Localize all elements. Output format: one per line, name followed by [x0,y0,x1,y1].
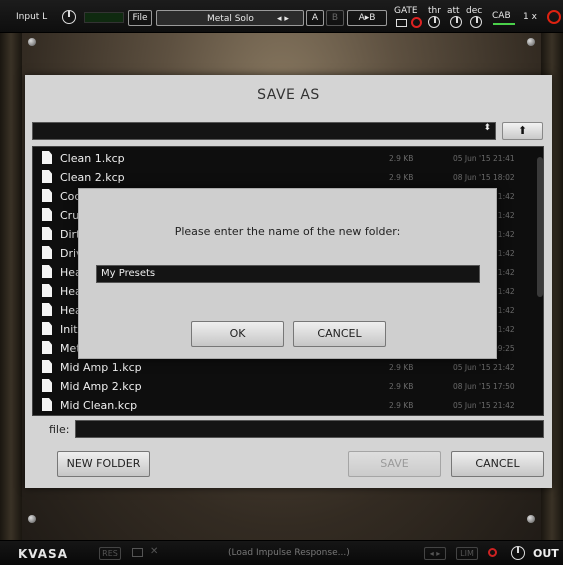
new-folder-button[interactable]: NEW FOLDER [57,451,150,477]
file-icon [42,303,52,316]
file-icon [42,398,52,411]
file-size: 2.9 KB [389,401,414,410]
file-row[interactable]: Mid Amp 1.kcp 2.9 KB 05 Jun '15 21:42 [33,358,529,377]
file-icon [42,379,52,392]
file-date: 05 Jun '15 21:42 [453,401,515,410]
gate-toggle[interactable] [396,19,407,27]
file-name: Mid Amp 2.kcp [60,380,142,393]
preset-arrows-icon[interactable]: ◂ ▸ [277,13,289,25]
new-folder-prompt: Please enter the name of the new folder:… [78,188,497,359]
file-row[interactable]: Clean 1.kcp 2.9 KB 05 Jun '15 21:41 [33,149,529,168]
ok-button[interactable]: OK [191,321,284,347]
file-icon [42,265,52,278]
thr-knob[interactable] [428,16,440,28]
lim-button[interactable]: LIM [456,547,478,560]
input-label: Input L [16,12,48,22]
file-icon [42,284,52,297]
preset-name: Metal Solo [207,14,254,24]
folder-icon[interactable] [132,548,143,557]
file-name: Clean 2.kcp [60,171,125,184]
prompt-message: Please enter the name of the new folder: [174,225,401,238]
screw-icon [28,38,36,46]
slot-b-button[interactable]: B [326,10,344,26]
file-size: 2.9 KB [389,363,414,372]
file-row[interactable]: Clean 2.kcp 2.9 KB 08 Jun '15 18:02 [33,168,529,187]
folder-name-input[interactable]: My Presets [96,265,480,283]
cancel-button[interactable]: CANCEL [451,451,544,477]
out-led-icon [488,548,497,557]
file-label: file: [49,423,70,436]
file-icon [42,341,52,354]
file-date: 05 Jun '15 21:42 [453,363,515,372]
power-icon[interactable] [547,10,561,24]
file-row[interactable]: Mid Amp 2.kcp 2.9 KB 08 Jun '15 17:50 [33,377,529,396]
output-knob[interactable] [511,546,525,560]
save-button[interactable]: SAVE [348,451,441,477]
preset-selector[interactable]: Metal Solo ◂ ▸ [156,10,304,26]
input-level-meter [84,12,124,23]
file-name: Clean 1.kcp [60,152,125,165]
file-size: 2.9 KB [389,382,414,391]
file-name: Mid Amp 1.kcp [60,361,142,374]
screw-icon [527,38,535,46]
file-icon [42,151,52,164]
dec-knob[interactable] [470,16,482,28]
path-dropdown[interactable]: ⬍ [32,122,496,140]
filename-input[interactable] [75,420,544,438]
top-toolbar: Input L File Metal Solo ◂ ▸ A B A▸B GATE… [0,0,563,33]
bottom-toolbar: KVASA RES ✕ (Load Impulse Response...) ◂… [0,540,563,565]
file-size: 2.9 KB [389,173,414,182]
cab-active-indicator [493,23,515,25]
file-name: Mid Clean.kcp [60,399,138,412]
copy-a-to-b-button[interactable]: A▸B [347,10,387,26]
file-date: 05 Jun '15 21:41 [453,154,515,163]
file-icon [42,189,52,202]
zoom-label[interactable]: 1 x [523,11,537,23]
ir-arrows-icon[interactable]: ◂ ▸ [424,547,446,560]
gate-label: GATE [394,6,418,16]
input-gain-knob[interactable] [62,10,76,24]
file-menu-button[interactable]: File [128,10,152,26]
file-date: 08 Jun '15 17:50 [453,382,515,391]
file-icon [42,227,52,240]
file-size: 2.9 KB [389,154,414,163]
file-icon [42,208,52,221]
dialog-title: SAVE AS [257,87,320,103]
folder-up-button[interactable]: ⬆ [502,122,543,140]
file-icon [42,360,52,373]
dropdown-arrows-icon: ⬍ [483,123,491,133]
kvasa-logo: KVASA [18,547,68,561]
file-icon [42,322,52,335]
att-label: att [447,6,460,16]
out-label: OUT [533,547,559,560]
impulse-response-slot[interactable]: (Load Impulse Response...) [228,548,350,558]
cab-label[interactable]: CAB [492,10,511,22]
prompt-cancel-button[interactable]: CANCEL [293,321,386,347]
att-knob[interactable] [450,16,462,28]
file-row[interactable]: Mid Clean.kcp 2.9 KB 05 Jun '15 21:42 [33,396,529,415]
file-date: 08 Jun '15 18:02 [453,173,515,182]
file-icon [42,170,52,183]
file-icon [42,246,52,259]
list-scrollbar[interactable] [537,157,543,297]
amp-frame-left [0,30,22,540]
screw-icon [28,515,36,523]
screw-icon [527,515,535,523]
gate-led-icon [411,17,422,28]
slot-a-button[interactable]: A [306,10,324,26]
clear-ir-icon[interactable]: ✕ [150,546,158,557]
res-button[interactable]: RES [99,547,121,560]
